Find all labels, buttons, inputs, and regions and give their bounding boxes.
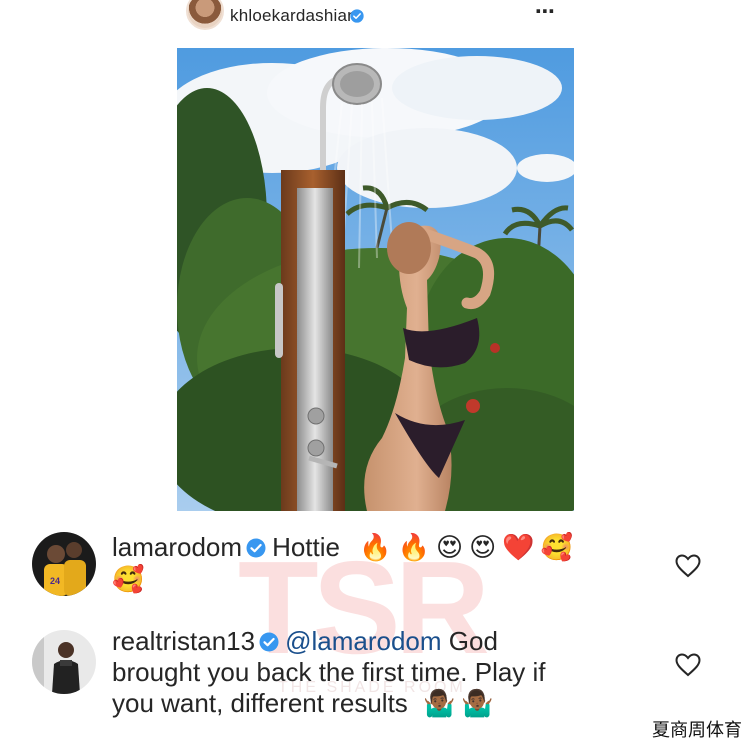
comment-username[interactable]: lamarodom xyxy=(112,532,242,562)
smiling-hearts-emoji: 🥰 xyxy=(540,533,573,563)
post-photo[interactable] xyxy=(177,48,574,511)
verified-badge-icon xyxy=(350,9,364,23)
more-options-icon[interactable]: ⋯ xyxy=(535,2,556,22)
shrug-emoji: 🤷🏾‍♂️ xyxy=(423,689,456,719)
verified-badge-icon xyxy=(259,632,279,652)
like-heart-icon[interactable] xyxy=(675,554,701,578)
heart-eyes-emoji: 😍 xyxy=(435,533,464,563)
comment-text-realtristan13: realtristan13 @lamarodom God brought you … xyxy=(112,626,632,720)
red-heart-emoji: ❤️ xyxy=(502,533,535,563)
comment-body-line3: you want, different results xyxy=(112,688,408,718)
shrug-emoji: 🤷🏾‍♂️ xyxy=(461,689,494,719)
heart-eyes-emoji: 😍 xyxy=(469,533,497,563)
post-username[interactable]: khloekardashian xyxy=(230,6,357,26)
comment-avatar-lamarodom[interactable]: 24 xyxy=(32,532,96,596)
mention-link[interactable]: @lamarodom xyxy=(285,626,441,656)
comment-body-line1: God xyxy=(448,626,498,656)
fire-emoji: 🔥 xyxy=(359,533,392,563)
smiling-hearts-emoji: 🥰 xyxy=(112,565,145,595)
comment-text-lamarodom: lamarodom Hottie 🔥 🔥 😍 😍 ❤️ 🥰 🥰 xyxy=(112,532,632,596)
svg-text:24: 24 xyxy=(50,576,60,586)
avatar-image xyxy=(32,630,96,694)
post-photo-image xyxy=(177,48,574,511)
comment-body-line2: brought you back the first time. Play if xyxy=(112,657,546,687)
source-caption: 夏商周体育 xyxy=(652,720,742,741)
fire-emoji: 🔥 xyxy=(397,533,430,563)
verified-badge-icon xyxy=(246,538,266,558)
post-avatar[interactable] xyxy=(186,0,224,30)
comment-username[interactable]: realtristan13 xyxy=(112,626,255,656)
comment-avatar-realtristan13[interactable] xyxy=(32,630,96,694)
post-header: khloekardashian ⋯ xyxy=(178,0,576,40)
like-heart-icon[interactable] xyxy=(675,653,701,677)
comment-body: Hottie xyxy=(272,532,340,562)
avatar-image: 24 xyxy=(32,532,96,596)
